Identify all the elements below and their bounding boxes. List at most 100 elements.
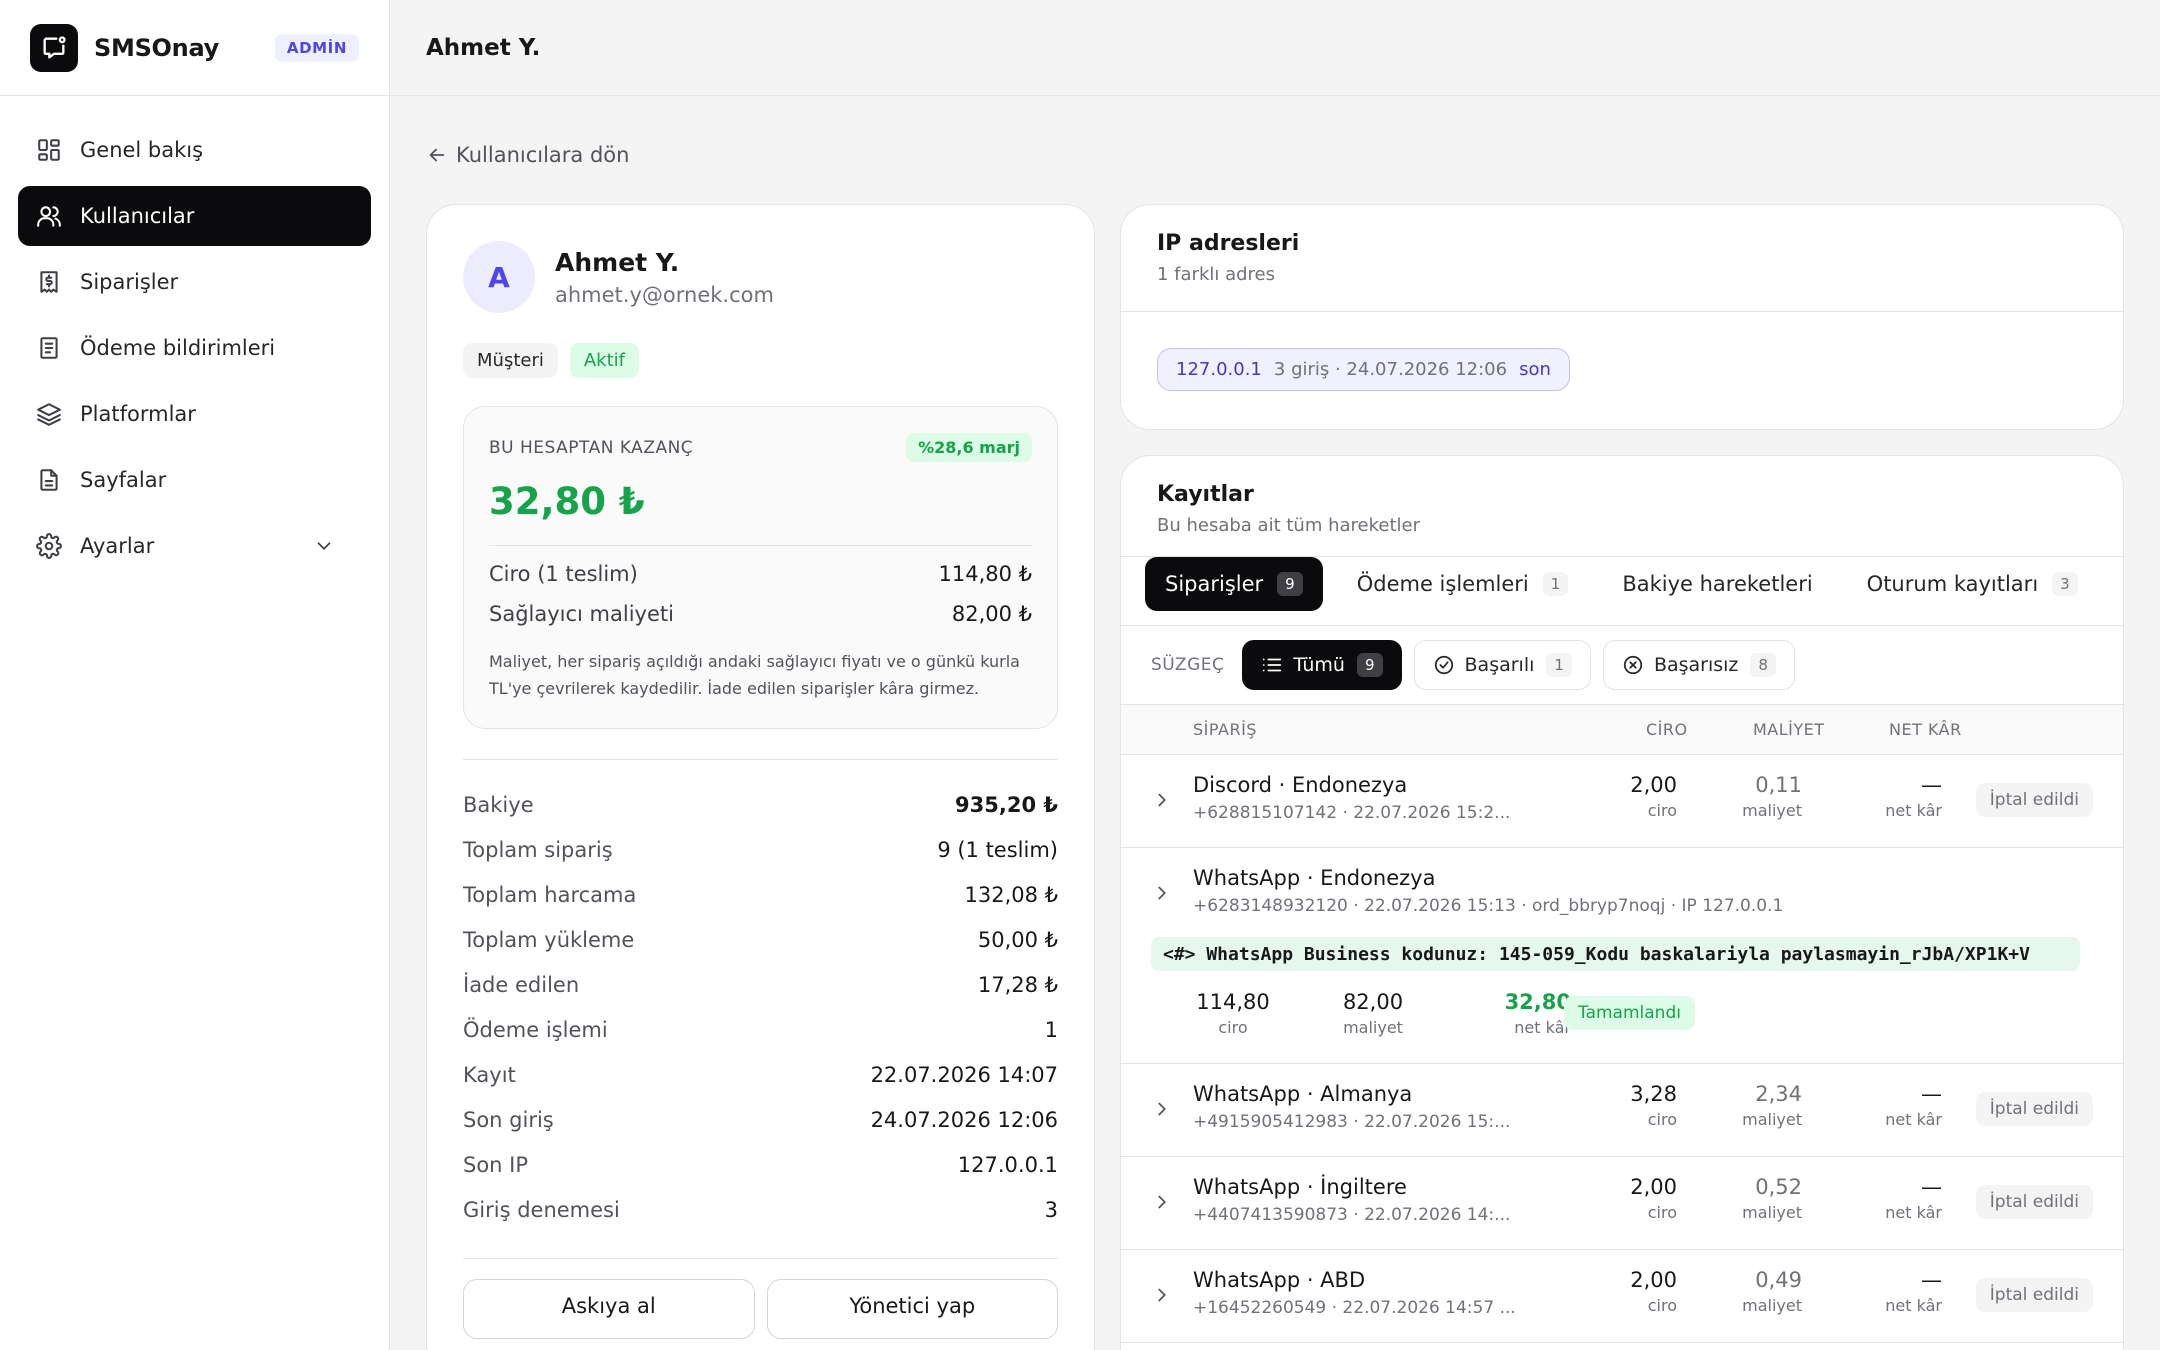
brand-name: SMSOnay [94, 33, 219, 62]
sidebar-item-pages[interactable]: Sayfalar [18, 450, 371, 510]
divider [463, 759, 1058, 760]
status-badge: İptal edildi [1975, 1092, 2093, 1126]
logo-icon[interactable] [30, 23, 78, 72]
order-profit: — net kâr [1885, 1082, 1942, 1129]
make-admin-button[interactable]: Yönetici yap [766, 1279, 1058, 1339]
ip-chip[interactable]: 127.0.0.1 3 giriş · 24.07.2026 12:06 son [1157, 348, 1570, 391]
ip-info: 3 giriş · 24.07.2026 12:06 [1273, 359, 1508, 380]
table-row[interactable]: WhatsApp · ABD +16452260549 · 22.07.2026… [1121, 1250, 2123, 1343]
card-title: Kayıtlar [1157, 482, 1254, 507]
order-cost: 0,11 maliyet [1742, 773, 1802, 820]
sidebar-item-label: Ödeme bildirimleri [80, 336, 276, 360]
records-card: Kayıtlar Bu hesaba ait tüm hareketler Si… [1120, 455, 2124, 1350]
revenue-value: 2,00 [1630, 1268, 1677, 1292]
profile-name: Ahmet Y. [555, 247, 680, 277]
ip-address: 127.0.0.1 [1176, 359, 1262, 380]
revenue-value: 3,28 [1630, 1082, 1677, 1106]
cost-value: 0,49 [1755, 1268, 1802, 1292]
tab-balance-movements[interactable]: Bakiye hareketleri [1602, 557, 1832, 611]
table-row[interactable]: Discord · Endonezya +628815107142 · 22.0… [1121, 755, 2123, 848]
table-row-expanded[interactable]: WhatsApp · Endonezya +6283148932120 · 22… [1121, 848, 2123, 1064]
tab-session-logs[interactable]: Oturum kayıtları 3 [1847, 557, 2098, 611]
filter-label-text: Tümü [1293, 654, 1345, 676]
chevron-right-icon[interactable] [1151, 789, 1173, 811]
filter-success-button[interactable]: Başarılı 1 [1413, 640, 1591, 690]
stat-row-total-orders: Toplam sipariş 9 (1 teslim) [463, 827, 1058, 872]
chevron-right-icon[interactable] [1151, 1191, 1173, 1213]
profile-header: A Ahmet Y. ahmet.y@ornek.com [463, 241, 1058, 313]
table-row[interactable]: WhatsApp · Almanya +4915905412983 · 22.0… [1121, 1064, 2123, 1157]
chevron-right-icon[interactable] [1151, 882, 1173, 904]
page-title: Ahmet Y. [426, 34, 541, 61]
earnings-note: Maliyet, her sipariş açıldığı andaki sağ… [489, 652, 1020, 698]
stat-row-login-attempts: Giriş denemesi 3 [463, 1187, 1058, 1232]
stat-value: 50,00 ₺ [977, 927, 1058, 952]
cost-unit: maliyet [1742, 1296, 1802, 1315]
stat-label: Son IP [463, 1152, 529, 1177]
revenue-unit: ciro [1647, 801, 1677, 820]
stat-label: Toplam harcama [463, 882, 637, 907]
profit-unit: net kâr [1885, 801, 1942, 820]
order-subtitle: +4915905412983 · 22.07.2026 15:... [1193, 1112, 1511, 1132]
sidebar-nav: Genel bakış Kullanıcılar Siparişler Ödem… [0, 96, 389, 606]
earnings-value: 32,80 ₺ [489, 480, 1032, 546]
sms-message: <#> WhatsApp Business kodunuz: 145-059_K… [1151, 937, 2080, 971]
profit-unit: net kâr [1885, 1203, 1942, 1222]
stat-value: 132,08 ₺ [964, 882, 1058, 907]
status-badge: Tamamlandı [1564, 996, 1695, 1030]
sidebar-item-label: Ayarlar [80, 534, 155, 558]
filter-all-button[interactable]: Tümü 9 [1242, 640, 1402, 690]
sidebar-item-payment-notices[interactable]: Ödeme bildirimleri [18, 318, 371, 378]
stat-row-last-ip: Son IP 127.0.0.1 [463, 1142, 1058, 1187]
table-row[interactable]: WhatsApp · İngiltere +4407413590873 · 22… [1121, 1157, 2123, 1250]
revenue-value: 2,00 [1630, 773, 1677, 797]
tab-orders[interactable]: Siparişler 9 [1145, 557, 1323, 611]
order-subtitle: +16452260549 · 22.07.2026 14:57 ... [1193, 1298, 1516, 1318]
stat-value: 3 [1044, 1197, 1058, 1222]
chevron-right-icon[interactable] [1151, 1098, 1173, 1120]
role-badge: Müşteri [463, 343, 558, 378]
revenue-value: 2,00 [1630, 1175, 1677, 1199]
tab-payments[interactable]: Ödeme işlemleri 1 [1337, 557, 1589, 611]
order-revenue: 2,00 ciro [1630, 773, 1677, 820]
filter-count: 8 [1750, 653, 1776, 677]
order-cost: 0,49 maliyet [1742, 1268, 1802, 1315]
order-profit: — net kâr [1885, 773, 1942, 820]
back-link[interactable]: Kullanıcılara dön [426, 143, 629, 167]
revenue-unit: ciro [1647, 1203, 1677, 1222]
profit-unit: net kâr [1514, 1018, 1571, 1037]
stat-value: 127.0.0.1 [957, 1152, 1058, 1177]
sidebar-item-settings[interactable]: Ayarlar [18, 516, 371, 576]
status-badge: İptal edildi [1975, 1185, 2093, 1219]
sidebar-item-label: Sayfalar [80, 468, 167, 492]
stat-label: Toplam sipariş [463, 837, 613, 862]
dashboard-icon [38, 139, 60, 161]
profit-value: — [1921, 1175, 1942, 1199]
sidebar-item-users[interactable]: Kullanıcılar [18, 186, 371, 246]
filter-label-text: Başarılı [1464, 654, 1535, 676]
earnings-label: BU HESAPTAN KAZANÇ [489, 437, 694, 458]
chevron-right-icon[interactable] [1151, 1284, 1173, 1306]
profit-value: — [1921, 1268, 1942, 1292]
stat-row-payments: Ödeme işlemi 1 [463, 1007, 1058, 1052]
order-profit: — net kâr [1885, 1268, 1942, 1315]
stat-row-total-spend: Toplam harcama 132,08 ₺ [463, 872, 1058, 917]
earnings-row-label: Sağlayıcı maliyeti [489, 602, 674, 626]
avatar: A [463, 241, 535, 313]
chevron-down-icon[interactable] [313, 535, 335, 557]
stat-label: Toplam yükleme [463, 927, 635, 952]
check-circle-icon [1434, 655, 1453, 675]
sidebar-item-orders[interactable]: Siparişler [18, 252, 371, 312]
order-cost: 0,52 maliyet [1742, 1175, 1802, 1222]
ip-last-tag: son [1519, 359, 1551, 380]
suspend-button[interactable]: Askıya al [463, 1279, 755, 1339]
cost-value: 82,00 [1342, 990, 1404, 1014]
sidebar-item-platforms[interactable]: Platformlar [18, 384, 371, 444]
profit-unit: net kâr [1885, 1296, 1942, 1315]
card-subtitle: Bu hesaba ait tüm hareketler [1157, 515, 1420, 536]
filter-bar: SÜZGEÇ Tümü 9 Başarılı 1 Başarısız 8 [1121, 626, 2123, 705]
filter-failed-button[interactable]: Başarısız 8 [1602, 640, 1795, 690]
cost-unit: maliyet [1742, 1203, 1802, 1222]
cost-unit: maliyet [1343, 1018, 1403, 1037]
sidebar-item-overview[interactable]: Genel bakış [18, 120, 371, 180]
